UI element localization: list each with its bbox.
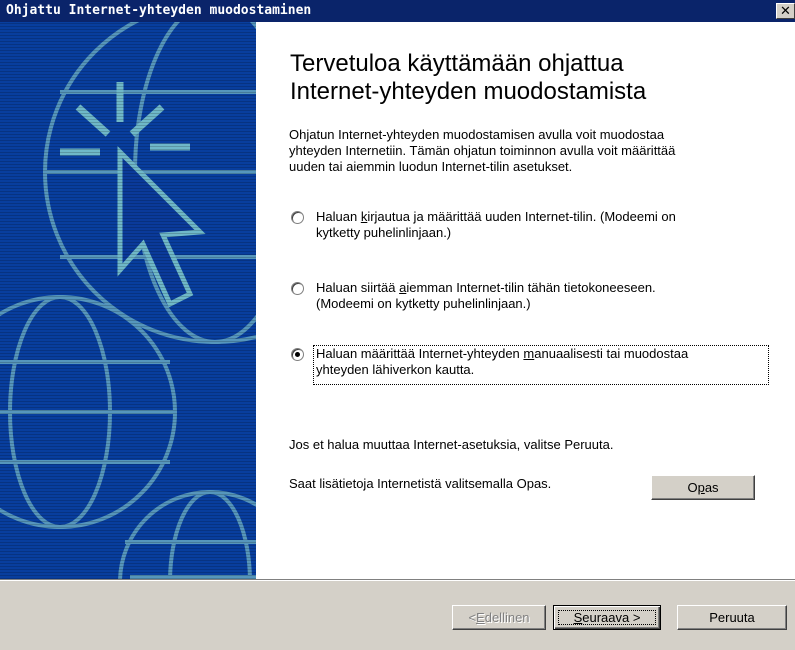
help-hint-text: Saat lisätietoja Internetistä valitsemal… [289,476,552,491]
next-button[interactable]: Seuraava > [553,605,661,630]
radio-new-account[interactable] [291,211,304,224]
footer-divider [0,579,795,581]
back-button[interactable]: < Edellinen [452,605,546,630]
option-manual-setup-label[interactable]: Haluan määrittää Internet-yhteyden manua… [316,346,766,378]
close-icon: ✕ [780,3,791,19]
option-new-account-label[interactable]: Haluan kirjautua ja määrittää uuden Inte… [316,209,766,241]
globe-cursor-illustration [0,22,256,579]
option-transfer-account-label[interactable]: Haluan siirtää aiemman Internet-tilin tä… [316,280,766,312]
wizard-artwork [0,22,256,579]
radio-manual-setup[interactable] [291,348,304,361]
radio-transfer-account[interactable] [291,282,304,295]
globe-icon [0,295,177,529]
globe-icon [118,490,256,579]
title-bar[interactable]: Ohjattu Internet-yhteyden muodostaminen … [0,0,795,22]
window-title: Ohjattu Internet-yhteyden muodostaminen [6,3,312,18]
cursor-arrow-icon [117,145,206,308]
next-button-focus [558,610,656,625]
page-title: Tervetuloa käyttämään ohjattua Internet-… [290,50,647,105]
close-button[interactable]: ✕ [776,3,795,19]
radio-selected-dot [295,352,300,357]
cancel-hint-text: Jos et halua muuttaa Internet-asetuksia,… [289,437,614,452]
intro-text: Ohjatun Internet-yhteyden muodostamisen … [289,127,676,174]
cancel-button[interactable]: Peruuta [677,605,787,630]
help-button[interactable]: Op as [651,475,755,500]
